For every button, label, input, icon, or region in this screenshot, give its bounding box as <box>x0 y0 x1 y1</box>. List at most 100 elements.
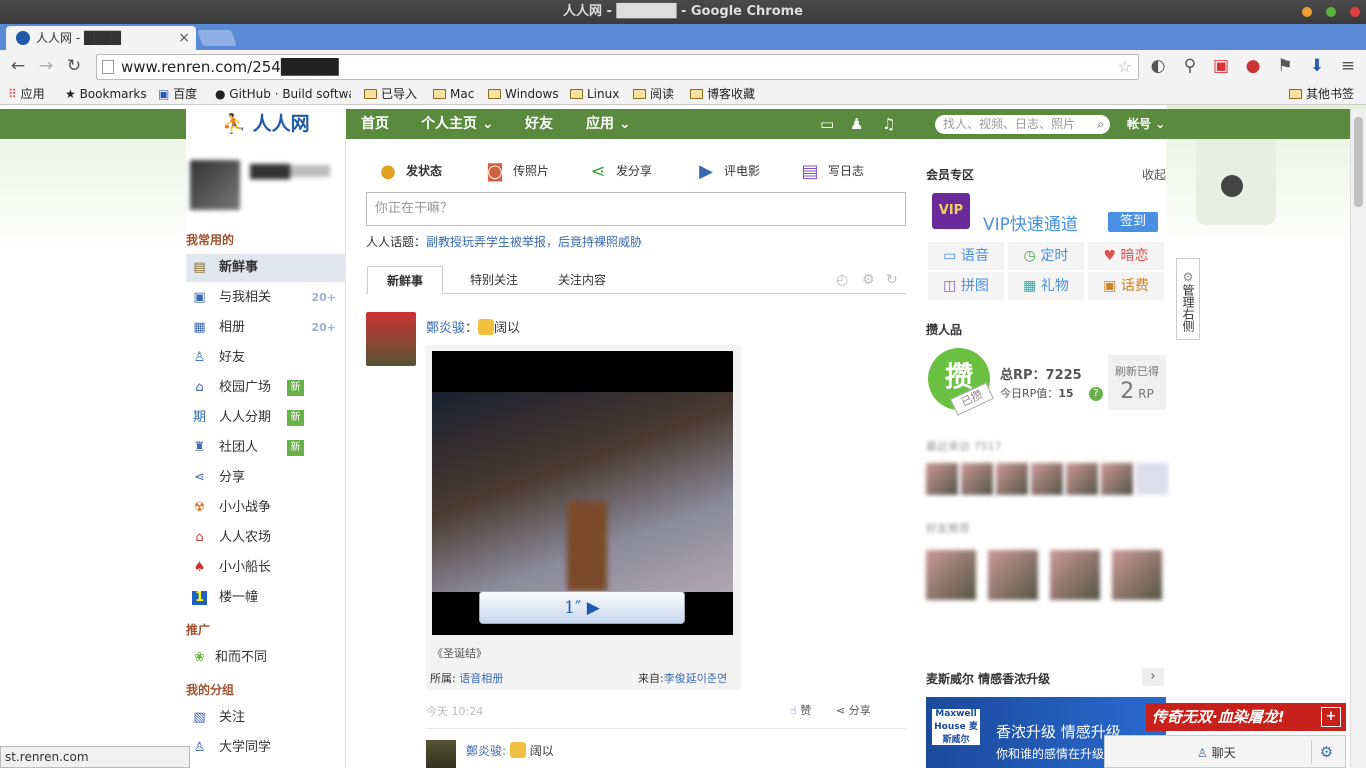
recommend-thumb[interactable] <box>926 550 976 600</box>
extension-4-icon[interactable]: ● <box>1243 56 1263 76</box>
recommend-thumb[interactable] <box>1050 550 1100 600</box>
vip-phonebill[interactable]: ▣ 话费 <box>1088 272 1164 300</box>
refresh-icon[interactable]: ↻ <box>886 266 898 294</box>
renren-logo[interactable]: ⛹ 人人网 <box>186 109 346 139</box>
bookmark-folder-windows[interactable]: Windows <box>488 83 559 105</box>
feed-tab-news[interactable]: 新鲜事 <box>367 266 443 294</box>
bookmark-github[interactable]: ● GitHub · Build software <box>215 83 351 105</box>
nav-friends[interactable]: 好友 <box>525 109 553 139</box>
vip-crush[interactable]: ♥ 暗恋 <box>1088 242 1164 270</box>
audio-play-button[interactable]: 1″ ▶ <box>479 591 685 624</box>
bookmark-star-icon[interactable]: ☆ <box>1118 55 1132 79</box>
friend-request-icon[interactable]: ♟ <box>850 109 863 139</box>
post-author-link[interactable]: 鄭炎骏 <box>426 321 465 336</box>
site-search-input[interactable]: 找人、视频、日志、照片 ⌕ <box>935 115 1110 134</box>
sidebar-item-war-game[interactable]: ☢ 小小战争 <box>186 494 346 522</box>
tab-upload-photo[interactable]: ◙ 传照片 <box>483 155 549 187</box>
album-link[interactable]: 语音相册 <box>459 672 503 685</box>
back-icon[interactable]: ← <box>8 56 28 76</box>
chevron-right-icon[interactable]: › <box>1142 668 1164 686</box>
recommend-thumb[interactable] <box>988 550 1038 600</box>
nav-home[interactable]: 首页 <box>361 109 389 139</box>
vip-channel-title[interactable]: VIP快速通道 <box>983 210 1078 235</box>
menu-icon[interactable]: ≡ <box>1338 56 1358 76</box>
minimize-button[interactable] <box>1302 7 1312 17</box>
vip-puzzle[interactable]: ◫ 拼图 <box>928 272 1004 300</box>
extension-5-icon[interactable]: ⚑ <box>1275 56 1295 76</box>
visitor-thumb[interactable] <box>1101 463 1133 495</box>
sidebar-item-classmates[interactable]: ♙ 大学同学 <box>186 734 346 762</box>
message-icon[interactable]: ▭ <box>820 109 834 139</box>
checkin-button[interactable]: 签到 <box>1108 212 1158 232</box>
tab-write-blog[interactable]: ▤ 写日志 <box>798 155 864 187</box>
sidebar-item-follow[interactable]: ▧ 关注 <box>186 704 346 732</box>
sidebar-item-related[interactable]: ▣ 与我相关 20+ <box>186 284 346 312</box>
browser-tab[interactable]: 人人网 - ████ × <box>6 26 196 50</box>
sidebar-item-club[interactable]: ♜ 社团人新 <box>186 434 346 462</box>
tab-post-status[interactable]: ● 发状态 <box>376 155 442 187</box>
bookmark-folder-reading[interactable]: 阅读 <box>633 83 674 105</box>
sidebar-item-album[interactable]: ▦ 相册 20+ <box>186 314 346 342</box>
chat-bar[interactable]: ♙ 聊天 ⚙ <box>1104 735 1346 768</box>
tab-review-movie[interactable]: ▶ 评电影 <box>694 155 760 187</box>
visitor-thumb[interactable] <box>961 463 993 495</box>
post2-avatar[interactable] <box>426 740 456 768</box>
extension-3-icon[interactable]: ▣ <box>1211 56 1231 76</box>
sidebar-item-share[interactable]: ⋖ 分享 <box>186 464 346 492</box>
new-tab-button[interactable] <box>197 30 237 46</box>
visitor-thumb[interactable] <box>1066 463 1098 495</box>
help-icon[interactable]: ? <box>1089 387 1103 401</box>
post-author-avatar[interactable] <box>366 312 416 366</box>
maximize-button[interactable] <box>1326 7 1336 17</box>
address-bar[interactable]: www.renren.com/254█████ ☆ <box>96 54 1139 80</box>
bookmark-folder-blogs[interactable]: 博客收藏 <box>690 83 755 105</box>
tab-share[interactable]: ⋖ 发分享 <box>586 155 652 187</box>
account-menu[interactable]: 帐号 ⌄ <box>1127 109 1165 139</box>
notification-bell-icon[interactable]: ♫ <box>882 109 895 139</box>
vip-voice[interactable]: ▭ 语音 <box>928 242 1004 270</box>
vip-timer[interactable]: ◷ 定时 <box>1008 242 1084 270</box>
sidebar-item-campus[interactable]: ⌂ 校园广场新 <box>186 374 346 402</box>
extension-2-icon[interactable]: ⚲ <box>1180 56 1200 76</box>
status-input[interactable]: 你正在干嘛？ <box>366 192 906 226</box>
extension-1-icon[interactable]: ◐ <box>1148 56 1168 76</box>
visitor-thumb[interactable] <box>926 463 958 495</box>
search-icon[interactable]: ⌕ <box>1097 115 1104 134</box>
sidebar-item-installment[interactable]: 期人人分期新 <box>186 404 346 432</box>
sidebar-item-news[interactable]: ▤ 新鲜事 <box>186 254 346 282</box>
settings-gear-icon[interactable]: ⚙ <box>862 266 875 294</box>
vip-gift[interactable]: ▦ 礼物 <box>1008 272 1084 300</box>
visitor-thumb[interactable] <box>1031 463 1063 495</box>
bookmark-folder-imported[interactable]: 已导入 <box>364 83 417 105</box>
recommend-thumb[interactable] <box>1112 550 1162 600</box>
bookmark-folder-mac[interactable]: Mac <box>433 83 474 105</box>
close-window-button[interactable] <box>1350 7 1360 17</box>
sidebar-item-captain[interactable]: ♠ 小小船长 <box>186 554 346 582</box>
game-banner-ad[interactable]: 传奇无双·血染屠龙! <box>1146 703 1346 731</box>
nav-apps[interactable]: 应用 ⌄ <box>586 109 631 139</box>
history-icon[interactable]: ◴ <box>836 266 848 294</box>
bookmark-apps[interactable]: ⠿ 应用 <box>8 83 45 105</box>
vip-badge-icon[interactable]: VIP <box>932 193 970 229</box>
visitor-thumb[interactable] <box>996 463 1028 495</box>
manage-right-panel[interactable]: ⚙管理右侧 <box>1176 258 1200 340</box>
collapse-link[interactable]: 收起 <box>1142 166 1166 183</box>
user-name[interactable]: ████ <box>250 165 330 180</box>
forward-icon[interactable]: → <box>36 56 56 76</box>
download-icon[interactable]: ⬇ <box>1307 56 1327 76</box>
feed-tab-special[interactable]: 特别关注 <box>470 266 518 294</box>
chat-settings-icon[interactable]: ⚙ <box>1311 740 1341 764</box>
feed-tab-content[interactable]: 关注内容 <box>558 266 606 294</box>
user-avatar[interactable] <box>190 160 240 210</box>
visitor-thumb[interactable] <box>1136 463 1168 495</box>
bookmark-folder-other[interactable]: 其他书签 <box>1289 83 1354 105</box>
bookmark-bookmarks[interactable]: ★ Bookmarks <box>65 83 147 105</box>
scrollbar-thumb[interactable] <box>1354 117 1363 207</box>
tab-close-icon[interactable]: × <box>178 26 190 50</box>
sidebar-item-farm[interactable]: ⌂ 人人农场 <box>186 524 346 552</box>
page-scrollbar[interactable] <box>1350 109 1366 768</box>
sidebar-item-friends[interactable]: ♙ 好友 <box>186 344 346 372</box>
nav-profile[interactable]: 个人主页 ⌄ <box>421 109 494 139</box>
share-button[interactable]: ⋖ 分享 <box>836 702 871 718</box>
topic-link[interactable]: 副教授玩弄学生被举报，后竟持裸照威胁 <box>426 235 642 249</box>
